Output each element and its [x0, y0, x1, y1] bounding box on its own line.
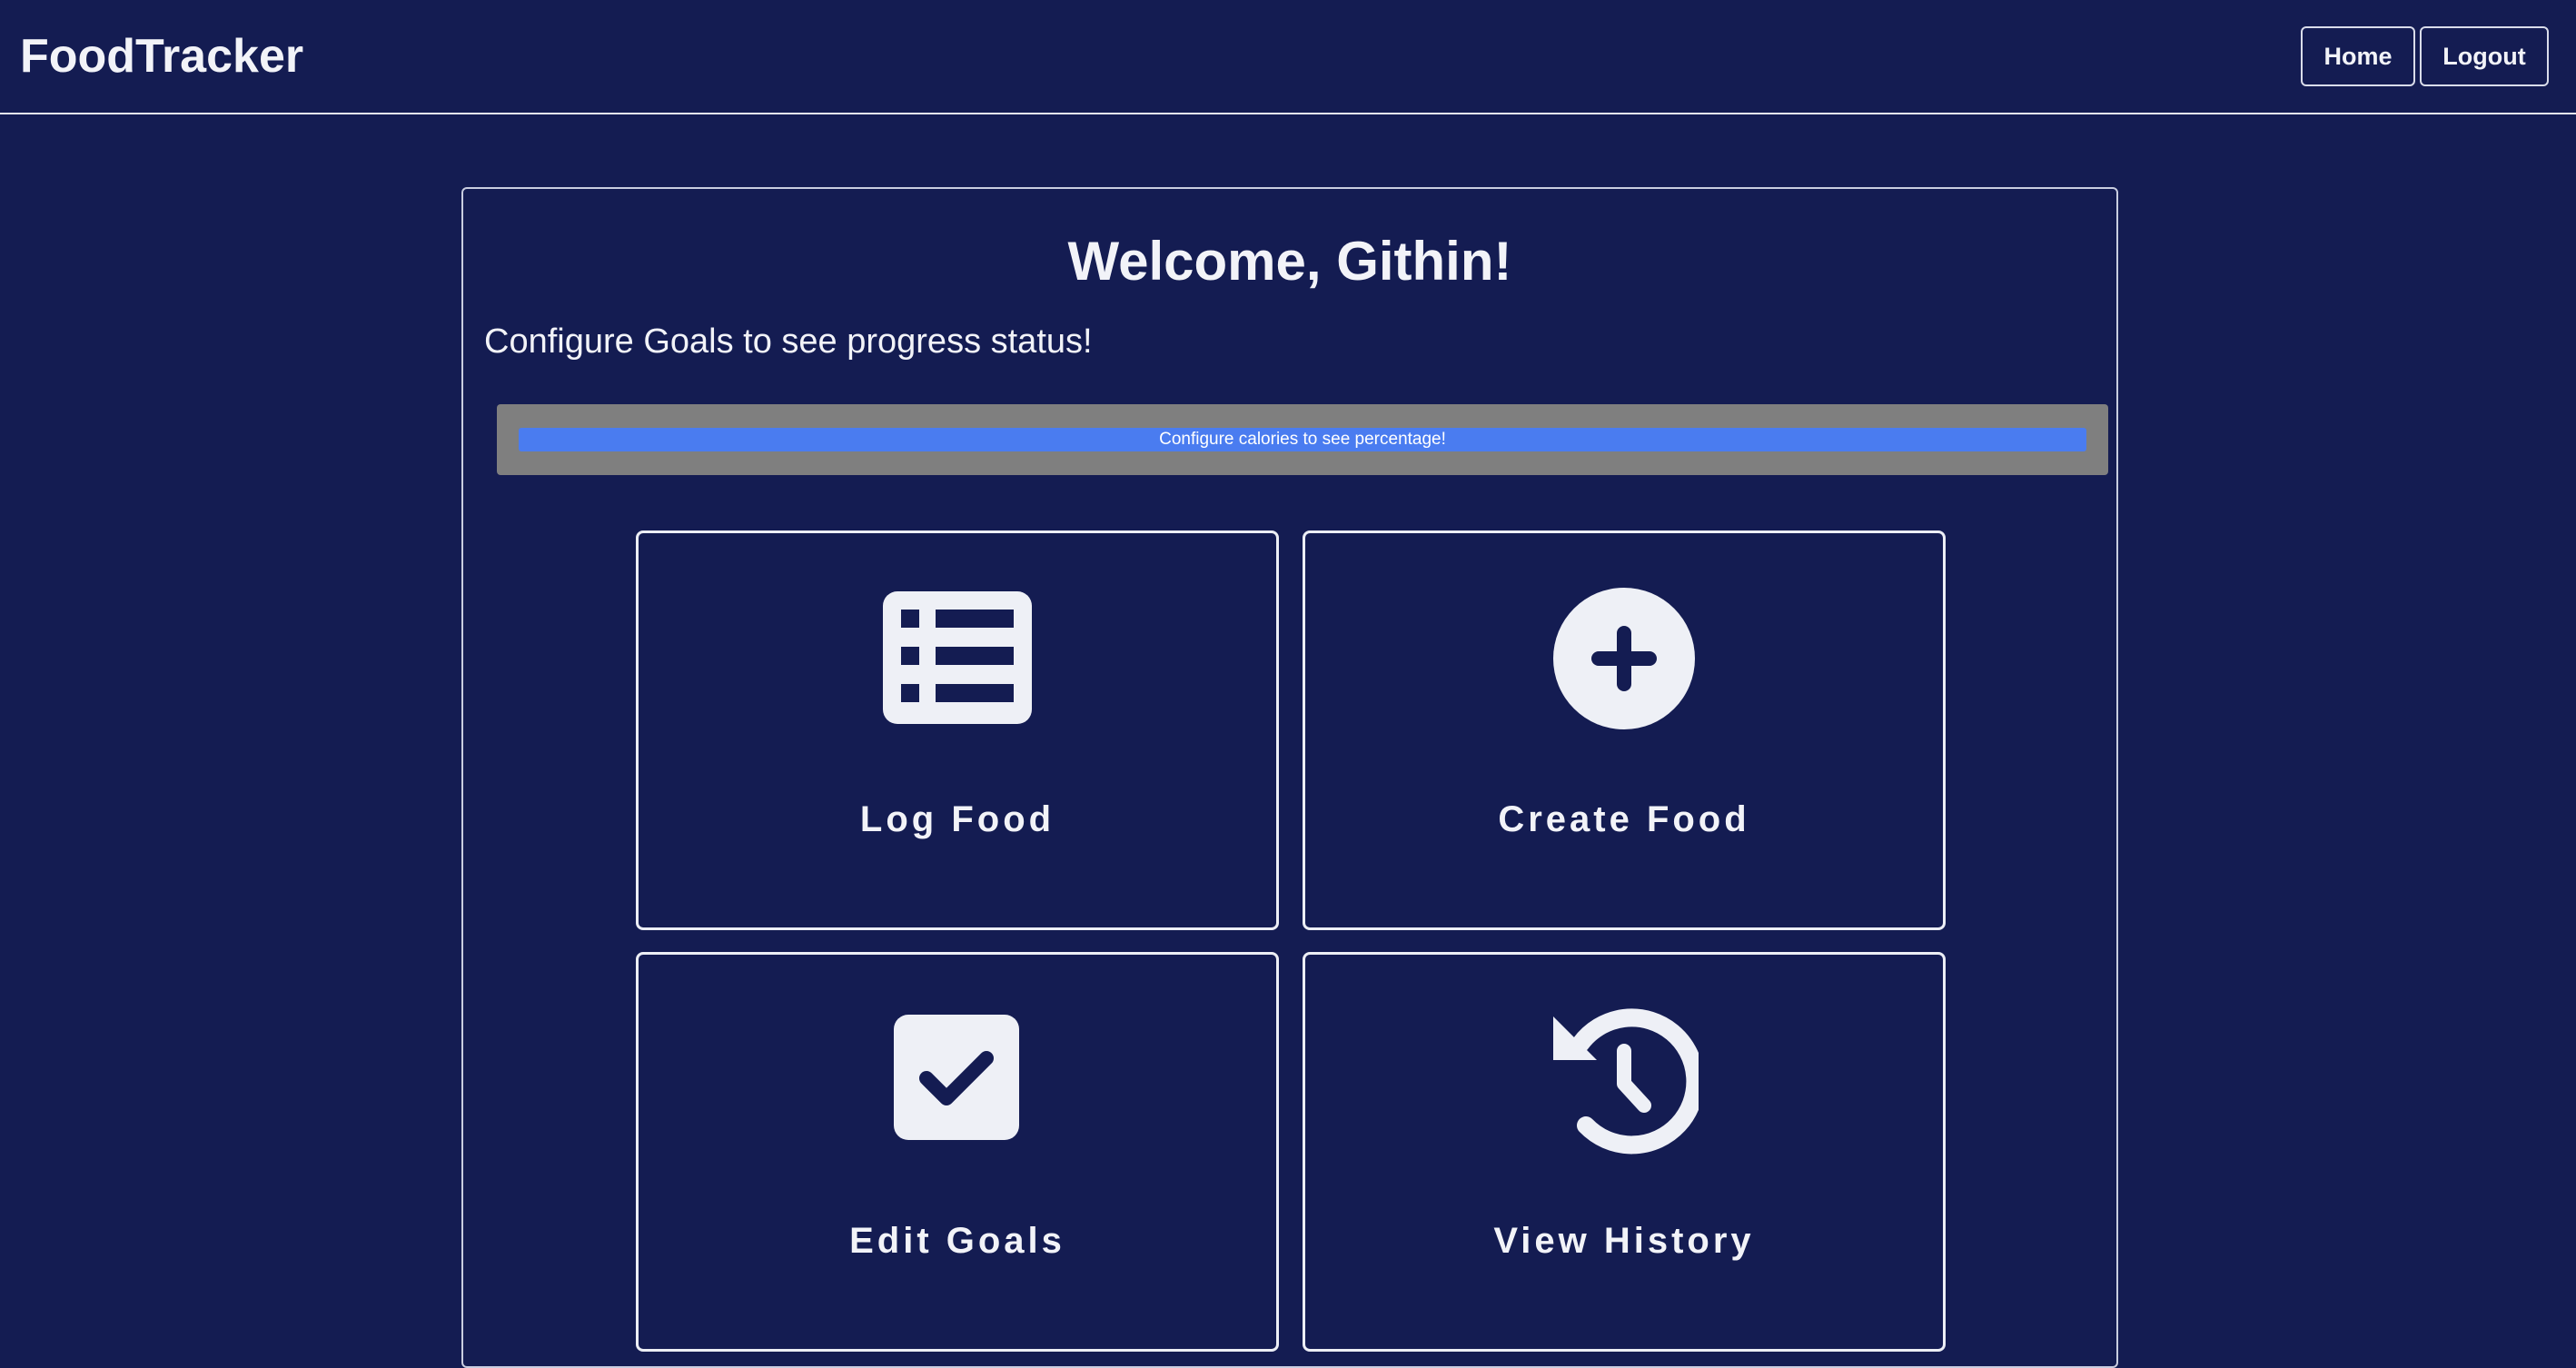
app-brand[interactable]: FoodTracker [20, 25, 303, 87]
view-history-label: View History [1493, 1221, 1755, 1261]
view-history-tile[interactable]: View History [1303, 952, 1946, 1352]
edit-goals-label: Edit Goals [849, 1221, 1065, 1261]
goals-status-text: Configure Goals to see progress status! [484, 322, 1093, 361]
dashboard-panel: Welcome, Githin! Configure Goals to see … [461, 187, 2118, 1368]
checkbox-icon [883, 1006, 1032, 1155]
create-food-label: Create Food [1498, 799, 1750, 839]
edit-goals-tile[interactable]: Edit Goals [636, 952, 1279, 1352]
plus-circle-icon [1550, 584, 1699, 733]
top-navbar: FoodTracker Home Logout [0, 0, 2576, 114]
log-food-label: Log Food [859, 799, 1055, 839]
create-food-tile[interactable]: Create Food [1303, 530, 1946, 930]
calorie-progress-fill: Configure calories to see percentage! [519, 428, 2086, 451]
log-food-tile[interactable]: Log Food [636, 530, 1279, 930]
history-icon [1550, 1006, 1705, 1155]
logout-button[interactable]: Logout [2420, 26, 2549, 86]
list-icon [883, 584, 1032, 733]
calorie-progress-bar: Configure calories to see percentage! [497, 404, 2108, 475]
welcome-heading: Welcome, Githin! [1067, 231, 1512, 292]
home-button[interactable]: Home [2301, 26, 2415, 86]
